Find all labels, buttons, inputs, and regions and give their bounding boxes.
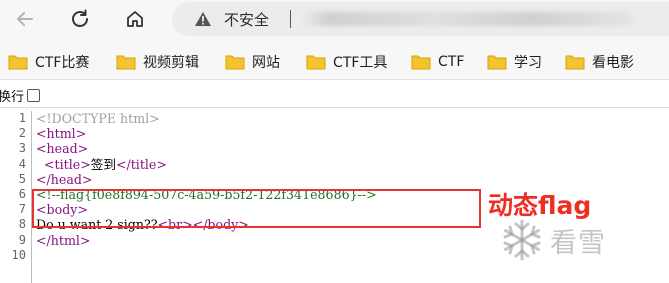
bookmark-label: 网站 — [252, 55, 280, 71]
head-close-tag: </head> — [36, 171, 93, 187]
line-number: 6 — [18, 186, 26, 201]
annotation-label: 动态flag — [488, 191, 592, 220]
line-wrap-control: 换行 — [0, 84, 41, 106]
redacted-url — [302, 12, 632, 26]
address-separator — [290, 10, 291, 28]
browser-toolbar: 不安全 — [0, 0, 669, 42]
line-number: 8 — [18, 217, 26, 232]
bookmark-video-editing[interactable]: 视频剪辑 — [116, 51, 199, 73]
bookmark-ctf-contest[interactable]: CTF比赛 — [8, 51, 89, 73]
folder-icon — [225, 55, 245, 70]
security-status-label[interactable]: 不安全 — [224, 9, 269, 30]
highlight-box — [32, 189, 481, 228]
back-button[interactable] — [8, 4, 42, 34]
title-close-tag: </title> — [115, 156, 167, 172]
bookmark-ctf[interactable]: CTF — [411, 51, 464, 73]
line-number: 9 — [18, 232, 26, 247]
watermark: 看雪 — [500, 218, 606, 262]
reload-button[interactable] — [63, 4, 97, 34]
arrow-left-icon — [17, 12, 33, 26]
bookmark-websites[interactable]: 网站 — [225, 51, 280, 73]
bookmarks-bar: CTF比赛 视频剪辑 网站 CTF工具 CTF 学习 看电影 — [0, 42, 669, 80]
folder-icon — [411, 55, 431, 70]
bookmark-label: 学习 — [514, 55, 542, 71]
folder-icon — [565, 55, 585, 70]
source-line: 5 </head> — [0, 172, 669, 187]
bookmark-label: 视频剪辑 — [143, 55, 199, 71]
line-number: 1 — [18, 111, 26, 125]
title-open-tag: <title> — [36, 156, 91, 172]
watermark-text: 看雪 — [550, 227, 606, 259]
bookmark-study[interactable]: 学习 — [487, 51, 542, 73]
folder-icon — [487, 55, 507, 70]
line-number: 7 — [18, 202, 26, 217]
folder-icon — [8, 55, 28, 70]
folder-icon — [306, 55, 326, 70]
warning-triangle-icon[interactable] — [194, 11, 212, 27]
line-number: 10 — [11, 247, 26, 262]
line-number: 2 — [18, 126, 26, 141]
source-line: 2 <html> — [0, 126, 669, 141]
bookmark-label: CTF — [438, 54, 465, 70]
doctype: <!DOCTYPE html> — [36, 111, 160, 126]
line-wrap-checkbox[interactable] — [27, 88, 41, 102]
line-number: 3 — [18, 141, 26, 156]
line-number: 4 — [18, 156, 26, 171]
bookmark-label: CTF比赛 — [35, 55, 90, 71]
bookmark-ctf-tools[interactable]: CTF工具 — [306, 51, 387, 73]
line-wrap-label: 换行 — [0, 89, 25, 105]
address-bar[interactable]: 不安全 — [172, 2, 669, 36]
source-line: 3 <head> — [0, 141, 669, 156]
html-open-tag: <html> — [36, 126, 87, 142]
source-line: 1 <!DOCTYPE html> — [0, 111, 669, 126]
html-close-tag: </html> — [36, 232, 91, 248]
head-open-tag: <head> — [36, 141, 89, 157]
home-icon — [127, 11, 143, 27]
title-line: <title>签到</title> — [36, 157, 167, 172]
folder-icon — [116, 55, 136, 70]
title-text: 签到 — [90, 156, 116, 172]
reload-icon — [72, 9, 88, 27]
snowflake-icon — [503, 219, 541, 261]
bookmark-label: 看电影 — [592, 55, 634, 71]
divider — [0, 107, 669, 108]
bookmark-label: CTF工具 — [333, 55, 388, 71]
bookmark-movies[interactable]: 看电影 — [565, 51, 634, 73]
home-button[interactable] — [118, 4, 152, 34]
source-line: 4 <title>签到</title> — [0, 157, 669, 172]
line-number: 5 — [18, 171, 26, 186]
